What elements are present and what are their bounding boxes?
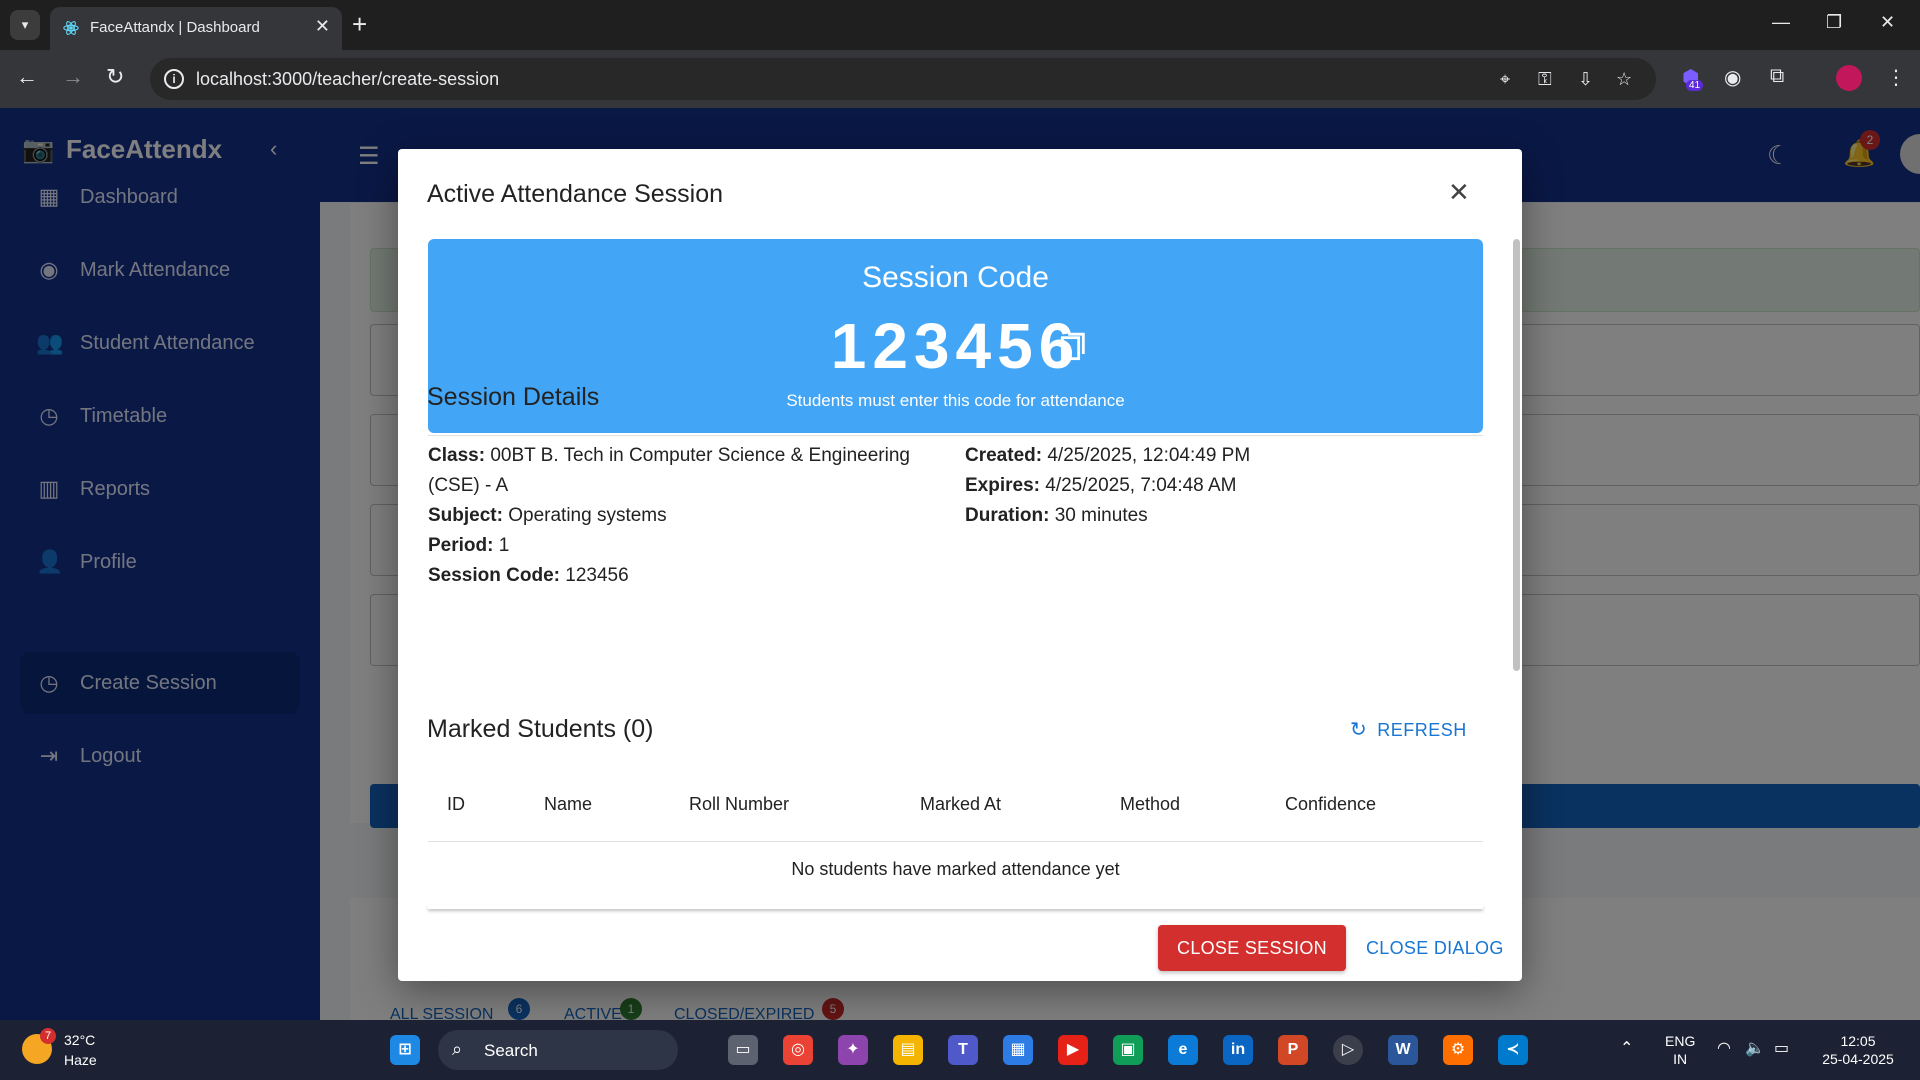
table-header-divider [428,841,1483,842]
language-indicator[interactable]: ENG IN [1665,1032,1695,1068]
bookmark-star-icon[interactable]: ☆ [1616,69,1632,90]
refresh-icon: ↻ [1350,719,1368,741]
site-info-icon[interactable]: i [164,69,184,89]
chrome-icon[interactable]: ◎ [783,1035,813,1065]
language-region: IN [1673,1051,1688,1067]
search-icon: ⌕ [452,1039,463,1059]
camera-extension-icon[interactable]: ◉ [1724,65,1741,90]
taskbar-search-label: Search [484,1041,538,1060]
address-bar[interactable]: i localhost:3000/teacher/create-session … [150,58,1656,100]
refresh-button[interactable]: ↻ REFRESH [1350,717,1467,742]
detail-expires: Expires: 4/25/2025, 7:04:48 AM [965,475,1237,496]
detail-created: Created: 4/25/2025, 12:04:49 PM [965,445,1251,466]
dialog-scrollbar[interactable] [1513,239,1520,671]
marked-students-title: Marked Students (0) [427,715,654,743]
classroom-icon[interactable]: ▣ [1113,1035,1143,1065]
table-bottom-edge [428,905,1483,909]
column-header-marked-at: Marked At [920,794,1002,814]
volume-icon[interactable]: 🔈 [1745,1040,1765,1058]
react-favicon-icon [63,21,79,35]
tab-title: FaceAttandx | Dashboard [90,19,260,36]
column-header-id: ID [447,794,465,814]
column-header-name: Name [544,794,593,814]
session-details-title: Session Details [427,383,600,411]
windows-taskbar: 7 32°C Haze ⊞ ⌕ Search ▭ ◎ ✦ ▤ T ▦ ▶ ▣ e… [0,1020,1920,1080]
weather-condition: Haze [64,1052,97,1068]
details-divider [428,435,1483,436]
extension-badge: 41 [1686,80,1704,91]
close-session-button[interactable]: CLOSE SESSION [1158,925,1346,971]
browser-tab-bar: ▾ FaceAttandx | Dashboard ✕ + — ❐ ✕ [0,0,1920,50]
browser-tab[interactable]: FaceAttandx | Dashboard ✕ [50,7,342,50]
close-dialog-button[interactable]: CLOSE DIALOG [1366,925,1504,971]
tray-overflow-icon[interactable]: ⌃ [1620,1040,1633,1058]
tab-close-icon[interactable]: ✕ [315,16,330,37]
detail-session-code: Session Code: 123456 [428,565,629,586]
column-header-roll-number: Roll Number [689,794,790,814]
table-empty-message: No students have marked attendance yet [791,859,1120,879]
postman-icon[interactable]: ⚙ [1443,1035,1473,1065]
media-player-icon[interactable]: ▷ [1333,1035,1363,1065]
reload-icon[interactable]: ↻ [106,64,124,90]
back-icon[interactable]: ← [16,64,38,90]
refresh-label: REFRESH [1377,720,1467,740]
start-windows-icon[interactable]: ⊞ [390,1035,420,1065]
details-left-column: Class: 00BT B. Tech in Computer Science … [428,441,910,591]
password-key-icon[interactable]: ⚿ [1538,69,1552,90]
edge-icon[interactable]: e [1168,1035,1198,1065]
detail-subject: Subject: Operating systems [428,505,667,526]
details-right-column: Created: 4/25/2025, 12:04:49 PM Expires:… [965,441,1250,531]
profile-avatar[interactable] [1836,65,1862,91]
clock-date: 25-04-2025 [1822,1051,1894,1067]
copy-icon[interactable] [1060,330,1088,364]
language-code: ENG [1665,1033,1696,1049]
copilot-icon[interactable]: ✦ [838,1035,868,1065]
detail-duration: Duration: 30 minutes [965,505,1148,526]
window-close-icon[interactable]: ✕ [1880,12,1895,33]
close-icon[interactable]: ✕ [1448,177,1470,208]
install-app-icon[interactable]: ⇩ [1578,69,1593,90]
restore-icon[interactable]: ❐ [1826,12,1842,33]
clock[interactable]: 12:05 25-04-2025 [1818,1032,1898,1068]
detail-period: Period: 1 [428,535,510,556]
powerpoint-icon[interactable]: P [1278,1035,1308,1065]
battery-icon[interactable]: ▭ [1774,1040,1789,1058]
weather-temperature: 32°C [64,1032,96,1048]
word-icon[interactable]: W [1388,1035,1418,1065]
task-view-icon[interactable]: ▭ [728,1035,758,1065]
dialog-title: Active Attendance Session [427,180,724,208]
new-tab-button[interactable]: + [352,9,367,39]
more-menu-icon[interactable]: ⋮ [1886,65,1906,90]
clock-time: 12:05 [1840,1033,1876,1049]
vscode-icon[interactable]: ≺ [1498,1035,1528,1065]
session-code-value: 123456 [830,310,1081,382]
youtube-icon[interactable]: ▶ [1058,1035,1088,1065]
file-explorer-icon[interactable]: ▤ [893,1035,923,1065]
wifi-icon[interactable]: ◠ [1717,1040,1731,1058]
location-icon[interactable]: ⌖ [1500,69,1510,90]
microsoft-store-icon[interactable]: ▦ [1003,1035,1033,1065]
linkedin-icon[interactable]: in [1223,1035,1253,1065]
detail-class-cont: (CSE) - A [428,475,509,496]
browser-toolbar: ← → ↻ i localhost:3000/teacher/create-se… [0,50,1920,108]
weather-badge: 7 [40,1028,56,1044]
column-header-method: Method [1120,794,1181,814]
taskbar-search[interactable]: ⌕ Search [438,1030,678,1070]
tab-search-button[interactable]: ▾ [10,10,40,40]
forward-icon[interactable]: → [62,64,84,90]
detail-class: Class: 00BT B. Tech in Computer Science … [428,445,910,466]
session-code-label: Session Code [862,261,1049,294]
url-text[interactable]: localhost:3000/teacher/create-session [196,69,499,90]
active-session-dialog: Active Attendance Session ✕ Session Code… [398,149,1522,981]
column-header-confidence: Confidence [1285,794,1377,814]
minimize-icon[interactable]: — [1772,12,1790,33]
teams-icon[interactable]: T [948,1035,978,1065]
extensions-puzzle-icon[interactable]: ⧉ [1770,65,1784,88]
